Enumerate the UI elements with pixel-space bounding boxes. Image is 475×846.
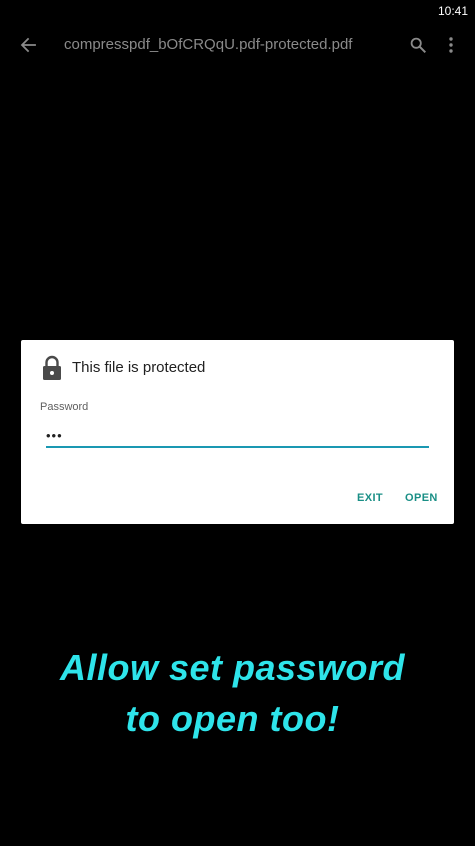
- open-button[interactable]: OPEN: [405, 492, 438, 504]
- more-vert-icon: [449, 37, 453, 53]
- promo-line-1: Allow set password: [59, 647, 406, 688]
- lock-icon: [43, 355, 61, 380]
- more-options-button[interactable]: [440, 32, 462, 58]
- screen: 10:41 compresspdf_bOfCRQqU.pdf-protected…: [0, 0, 475, 846]
- app-bar: compresspdf_bOfCRQqU.pdf-protected.pdf: [0, 22, 475, 68]
- search-button[interactable]: [405, 32, 431, 58]
- promo-line-2: to open too!: [125, 698, 340, 739]
- search-icon: [410, 37, 426, 53]
- password-input[interactable]: [46, 424, 429, 448]
- promo-caption: Allow set password to open too!: [0, 642, 465, 744]
- arrow-back-icon: [20, 37, 36, 53]
- app-title: compresspdf_bOfCRQqU.pdf-protected.pdf: [64, 36, 353, 53]
- dialog-title: This file is protected: [72, 359, 206, 376]
- status-time: 10:41: [437, 4, 468, 18]
- status-bar: 10:41: [0, 0, 475, 22]
- exit-button[interactable]: EXIT: [357, 492, 383, 504]
- password-label: Password: [40, 401, 89, 413]
- back-button[interactable]: [14, 32, 42, 58]
- password-dialog: This file is protected Password EXIT OPE…: [21, 340, 454, 524]
